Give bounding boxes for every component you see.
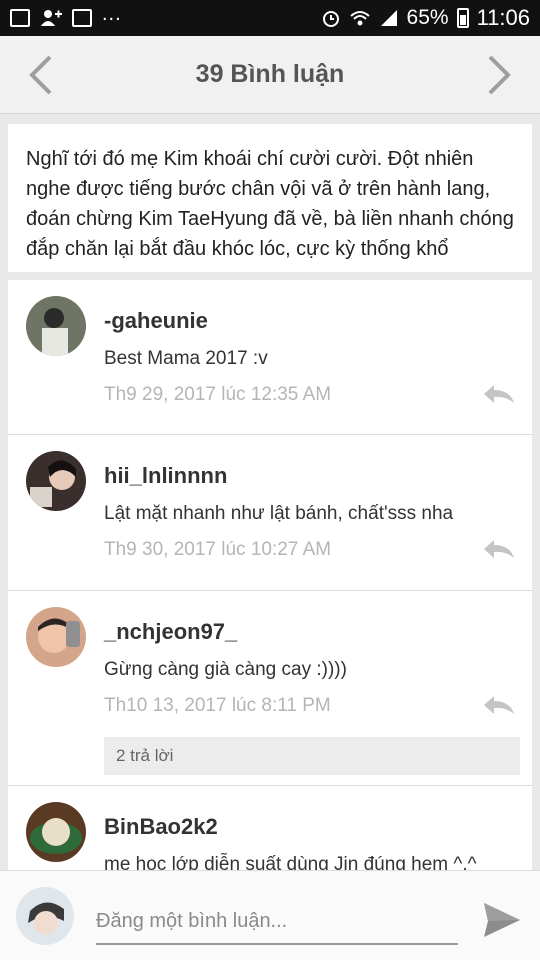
status-bar: ... 65% 11:06	[0, 0, 540, 36]
comment-timestamp: Th9 30, 2017 lúc 10:27 AM	[104, 539, 332, 560]
page-title: 39 Bình luận	[195, 60, 345, 88]
comment-item: _nchjeon97_ Gừng càng già càng cay :))))…	[8, 591, 532, 786]
comment-username[interactable]: hii_lnlinnnn	[104, 463, 532, 489]
comments-header: 39 Bình luận	[0, 36, 540, 114]
comment-timestamp: Th9 29, 2017 lúc 12:35 AM	[104, 384, 332, 405]
wattpad-notification-icon	[72, 9, 92, 27]
avatar[interactable]	[26, 296, 86, 356]
wifi-icon	[349, 11, 370, 26]
next-button[interactable]	[474, 50, 524, 100]
previous-button[interactable]	[16, 50, 66, 100]
comment-username[interactable]: BinBao2k2	[104, 814, 532, 840]
comment-composer	[0, 870, 540, 960]
alarm-icon	[322, 11, 339, 27]
comment-item: BinBao2k2 mẹ học lớp diễn suất dùng Jin …	[8, 786, 532, 870]
comment-input[interactable]	[96, 899, 458, 945]
paragraph-excerpt: Nghĩ tới đó mẹ Kim khoái chí cười cười. …	[8, 124, 532, 272]
avatar[interactable]	[26, 607, 86, 667]
comment-text: Lật mặt nhanh như lật bánh, chất'sss nha	[104, 503, 454, 524]
image-notification-icon	[10, 9, 30, 27]
reply-icon[interactable]	[482, 383, 516, 405]
add-user-notification-icon	[41, 10, 62, 26]
battery-percent: 65%	[406, 6, 449, 29]
comment-list[interactable]: -gaheunie Best Mama 2017 :v Th9 29, 2017…	[8, 280, 532, 870]
chevron-right-icon	[488, 55, 511, 95]
comment-timestamp: Th10 13, 2017 lúc 8:11 PM	[104, 695, 331, 716]
more-notifications: ...	[102, 2, 122, 25]
comment-item: hii_lnlinnnn Lật mặt nhanh như lật bánh,…	[8, 435, 532, 591]
reply-icon[interactable]	[482, 694, 516, 716]
battery-icon	[456, 8, 469, 28]
view-replies-button[interactable]: 2 trả lời	[104, 737, 520, 775]
avatar[interactable]	[26, 802, 86, 862]
current-user-avatar	[16, 887, 74, 945]
excerpt-text: Nghĩ tới đó mẹ Kim khoái chí cười cười. …	[26, 148, 514, 260]
comment-text: Best Mama 2017 :v	[104, 348, 268, 369]
reply-icon[interactable]	[482, 538, 516, 560]
comment-item: -gaheunie Best Mama 2017 :v Th9 29, 2017…	[8, 280, 532, 435]
comment-text: Gừng càng già càng cay :))))	[104, 659, 347, 680]
chevron-left-icon	[29, 55, 52, 95]
comment-username[interactable]: -gaheunie	[104, 308, 532, 334]
signal-icon	[380, 10, 397, 26]
notification-icons: ...	[10, 3, 122, 28]
avatar[interactable]	[26, 451, 86, 511]
clock: 11:06	[476, 5, 530, 30]
comment-username[interactable]: _nchjeon97_	[104, 619, 532, 645]
comment-text: mẹ học lớp diễn suất dùng Jin đúng hem ^…	[104, 854, 477, 870]
send-icon[interactable]	[482, 901, 522, 939]
